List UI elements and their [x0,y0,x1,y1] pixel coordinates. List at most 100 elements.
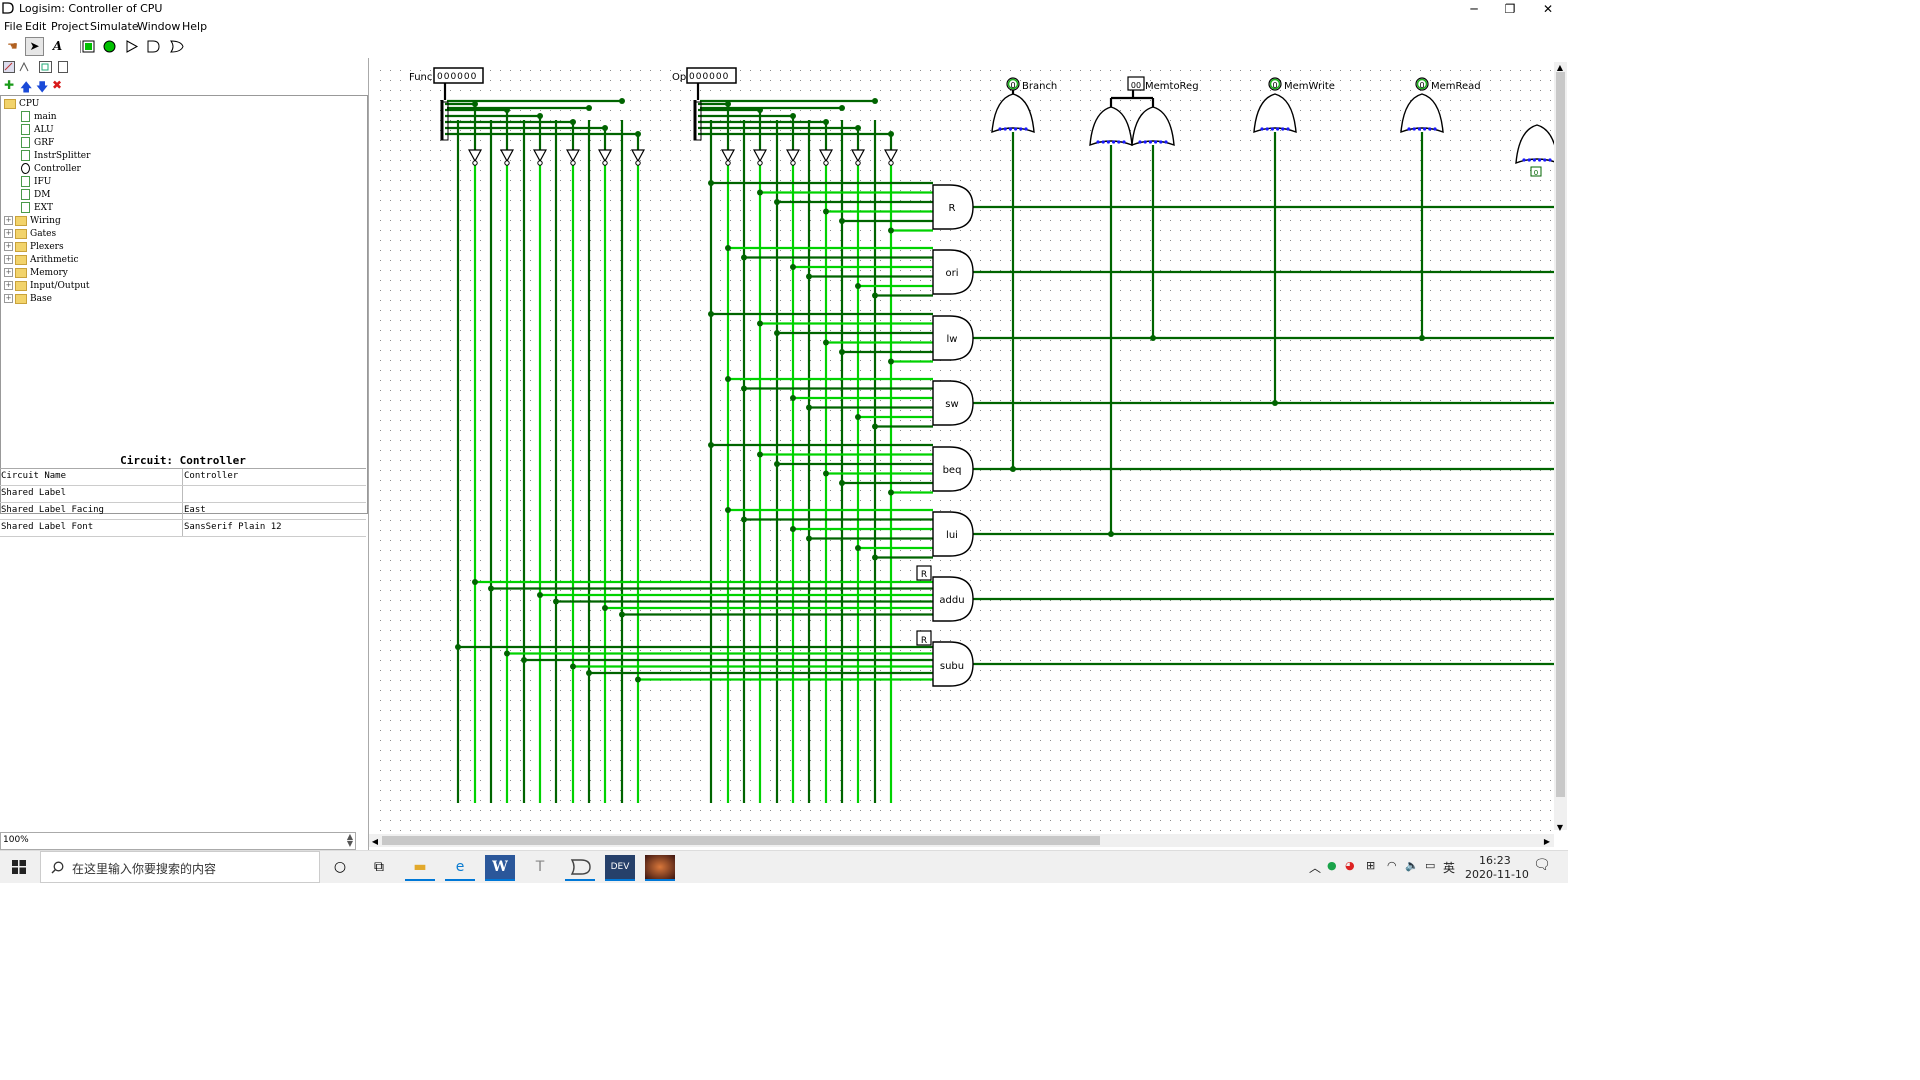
input-pin-tool-icon[interactable] [80,38,97,55]
simulation-tree-icon[interactable] [18,61,30,73]
expand-icon[interactable]: + [4,216,13,225]
close-button[interactable]: ✕ [1530,0,1566,18]
menu-simulate[interactable]: Simulate [90,20,139,33]
notification-icon[interactable]: 🗨 [1533,857,1551,873]
file-explorer-icon[interactable]: ▬ [405,855,435,881]
title-bar: Logisim: Controller of CPU ─ ❐ ✕ [0,0,1568,18]
add-circuit-icon[interactable]: ✚ [4,78,14,92]
delete-circuit-icon[interactable]: ✖ [52,78,62,92]
vertical-scroll-thumb[interactable] [1556,72,1565,797]
typora-icon[interactable]: T [525,855,555,879]
logisim-taskbar-icon[interactable] [565,855,595,881]
tree-library-base[interactable]: + Base [4,293,52,305]
app-tray-icon[interactable]: ⊞ [1366,859,1375,872]
tree-library-wiring[interactable]: + Wiring [4,215,61,227]
or-input-bubble [998,127,1002,131]
not-gate-bubble [823,160,829,166]
cortana-icon[interactable]: ○ [325,855,355,879]
tree-circuit-main[interactable]: main [21,111,57,123]
poke-tool-icon[interactable]: ☚ [4,38,21,55]
func-pin-label: Func [409,72,432,83]
wire-junction [888,358,894,365]
horizontal-scroll-thumb[interactable] [382,836,1100,845]
wire-junction [774,199,780,205]
word-icon[interactable]: W [485,855,515,881]
clock-time[interactable]: 16:23 [1479,854,1511,867]
zoom-spinner-icon[interactable]: ▲ ▼ [347,833,353,848]
expand-icon[interactable]: + [4,255,13,264]
attribute-row[interactable]: Shared Label Font SansSerif Plain 12 [0,520,366,537]
not-gate-tool-icon[interactable] [124,38,141,55]
menu-window[interactable]: Window [137,20,180,33]
wire-junction [521,657,527,663]
minimize-button[interactable]: ─ [1456,0,1492,18]
tree-circuit-dm[interactable]: DM [21,189,50,201]
scroll-down-icon[interactable]: ▼ [1557,823,1564,832]
wechat-tray-icon[interactable]: ● [1327,859,1337,872]
circuit-drawing[interactable]: Func 000000 Op 000000 R ori lw sw beq lu… [369,58,1568,848]
ime-indicator[interactable]: 英 [1443,859,1455,876]
select-tool-icon[interactable]: ➤ [25,37,44,56]
wire-junction [725,376,731,382]
wire-junction [757,189,763,196]
circuit-canvas[interactable]: Func 000000 Op 000000 R ori lw sw beq lu… [369,58,1568,848]
media-app-icon[interactable] [645,855,675,881]
volume-icon[interactable]: 🔈 [1405,859,1419,872]
scroll-up-icon[interactable]: ▲ [1557,63,1564,72]
attribute-value[interactable]: Controller [184,471,238,481]
menu-edit[interactable]: Edit [25,20,46,33]
toolbox-view-icon[interactable] [3,61,15,73]
battery-icon[interactable]: ▭ [1425,859,1435,872]
tree-library-gates[interactable]: + Gates [4,228,56,240]
attribute-row[interactable]: Shared Label [0,486,366,503]
tree-library-plexers[interactable]: + Plexers [4,241,64,253]
attribute-value[interactable]: SansSerif Plain 12 [184,522,282,532]
tree-circuit-grf[interactable]: GRF [21,137,54,149]
attribute-row[interactable]: Shared Label Facing East [0,503,366,520]
layout-editor-icon[interactable] [39,61,52,73]
tree-circuit-ifu[interactable]: IFU [21,176,51,188]
tree-circuit-alu[interactable]: ALU [21,124,54,136]
func-pin-value[interactable]: 000000 [437,72,477,82]
tree-root-item[interactable]: CPU [4,98,39,110]
windows-start-icon[interactable] [12,860,26,874]
tree-circuit-instrsplitter[interactable]: InstrSplitter [21,150,90,162]
attribute-row[interactable]: Circuit Name Controller [0,469,366,486]
zoom-control[interactable]: 100% ▲ ▼ [0,832,356,850]
devcpp-icon[interactable]: DEV [605,855,635,881]
expand-icon[interactable]: + [4,294,13,303]
edge-icon[interactable]: e [445,855,475,881]
tray-expand-icon[interactable]: ︿ [1309,859,1321,876]
menu-file[interactable]: File [4,20,22,33]
text-tool-icon[interactable]: A [49,38,66,55]
wire-junction [602,605,608,611]
tree-circuit-controller[interactable]: Controller [21,163,81,175]
expand-icon[interactable]: + [4,229,13,238]
op-pin-value[interactable]: 000000 [689,72,729,82]
tree-circuit-ext[interactable]: EXT [21,202,53,214]
expand-icon[interactable]: + [4,281,13,290]
restore-button[interactable]: ❐ [1492,0,1528,18]
expand-icon[interactable]: + [4,242,13,251]
expand-icon[interactable]: + [4,268,13,277]
or-gate-tool-icon[interactable] [168,38,185,55]
scroll-left-icon[interactable]: ◀ [372,837,379,846]
wire-junction [1108,531,1114,537]
menu-project[interactable]: Project [51,20,89,33]
output-pin-tool-icon[interactable] [101,38,118,55]
tree-library-input-output[interactable]: + Input/Output [4,280,90,292]
scroll-right-icon[interactable]: ▶ [1544,837,1551,846]
taskbar-search-box[interactable]: 在这里输入你要搜索的内容 [40,851,320,883]
appearance-editor-icon[interactable] [58,61,68,73]
attribute-value[interactable]: East [184,505,206,515]
tree-library-arithmetic[interactable]: + Arithmetic [4,254,79,266]
qq-tray-icon[interactable]: ◕ [1345,859,1355,872]
network-icon[interactable]: ◠ [1387,859,1397,872]
task-view-icon[interactable]: ⧉ [364,855,394,879]
tree-library-memory[interactable]: + Memory [4,267,68,279]
and-gate-tool-icon[interactable] [145,38,162,55]
clock-date[interactable]: 2020-11-10 [1465,868,1529,881]
not-gate-bubble [757,160,763,166]
menu-help[interactable]: Help [182,20,207,33]
or-input-bubble [1417,127,1421,131]
